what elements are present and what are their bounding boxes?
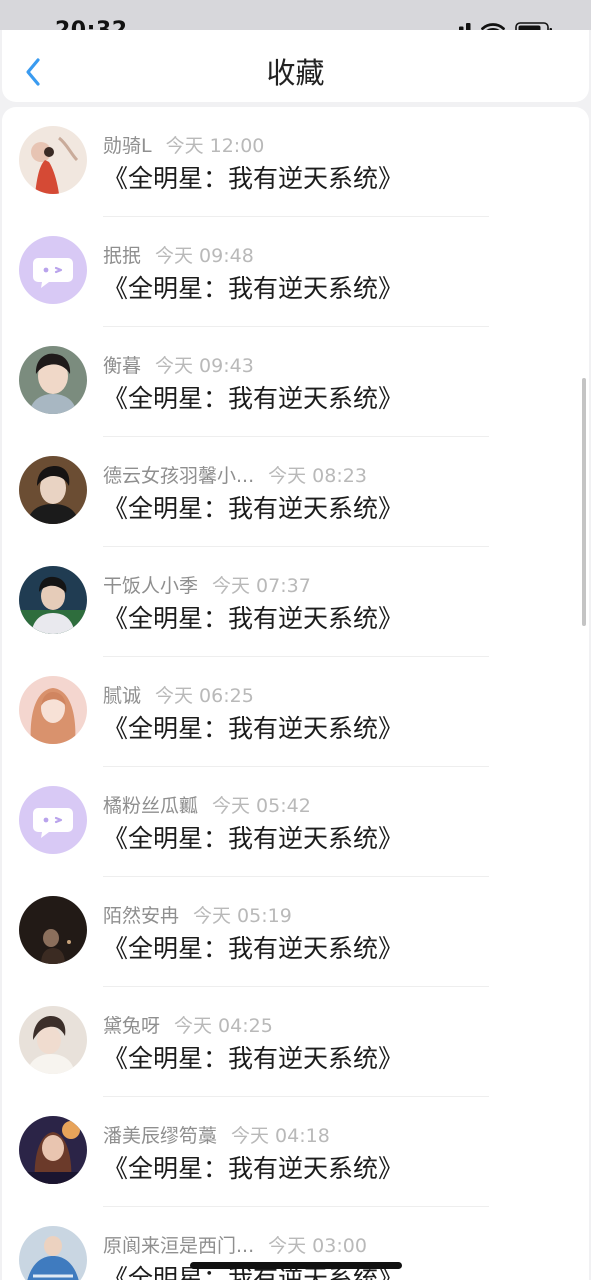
item-meta: 原阆来洹是西门... 今天 03:00 [103, 1231, 367, 1258]
user-name[interactable]: 抿抿 [103, 245, 141, 267]
user-name[interactable]: 橘粉丝瓜瓤 [103, 795, 198, 817]
item-meta: 干饭人小季 今天 07:37 [103, 571, 311, 598]
list-item[interactable]: 黛兔呀 今天 04:25 《全明星：我有逆天系统》 [2, 987, 589, 1097]
list-item[interactable]: 陌然安冉 今天 05:19 《全明星：我有逆天系统》 [2, 877, 589, 987]
user-avatar[interactable] [19, 786, 87, 854]
item-meta: 衡暮 今天 09:43 [103, 351, 254, 378]
item-meta: 黛兔呀 今天 04:25 [103, 1011, 273, 1038]
item-content[interactable]: 《全明星：我有逆天系统》 [103, 929, 403, 965]
user-avatar[interactable] [19, 676, 87, 744]
item-time: 今天 05:19 [193, 905, 292, 927]
item-time: 今天 05:42 [212, 795, 311, 817]
item-time: 今天 06:25 [155, 685, 254, 707]
list-item[interactable]: 勋骑L 今天 12:00 《全明星：我有逆天系统》 [2, 107, 589, 217]
item-content[interactable]: 《全明星：我有逆天系统》 [103, 159, 403, 195]
list-item[interactable]: 原阆来洹是西门... 今天 03:00 《全明星：我有逆天系统》 [2, 1207, 589, 1280]
item-time: 今天 09:43 [155, 355, 254, 377]
item-time: 今天 03:00 [268, 1235, 367, 1257]
user-avatar[interactable] [19, 1226, 87, 1280]
user-name[interactable]: 潘美辰缪笱藁 [103, 1125, 217, 1147]
user-name[interactable]: 腻诚 [103, 685, 141, 707]
item-meta: 德云女孩羽馨小... 今天 08:23 [103, 461, 367, 488]
user-name[interactable]: 德云女孩羽馨小... [103, 465, 254, 487]
item-meta: 陌然安冉 今天 05:19 [103, 901, 292, 928]
list-item[interactable]: 衡暮 今天 09:43 《全明星：我有逆天系统》 [2, 327, 589, 437]
list-item[interactable]: 腻诚 今天 06:25 《全明星：我有逆天系统》 [2, 657, 589, 767]
user-avatar[interactable] [19, 566, 87, 634]
user-avatar[interactable] [19, 896, 87, 964]
item-content[interactable]: 《全明星：我有逆天系统》 [103, 599, 403, 635]
item-meta: 橘粉丝瓜瓤 今天 05:42 [103, 791, 311, 818]
list-item[interactable]: 抿抿 今天 09:48 《全明星：我有逆天系统》 [2, 217, 589, 327]
user-avatar[interactable] [19, 1006, 87, 1074]
page-title: 收藏 [266, 56, 325, 90]
user-avatar[interactable] [19, 1116, 87, 1184]
list-item[interactable]: 干饭人小季 今天 07:37 《全明星：我有逆天系统》 [2, 547, 589, 657]
item-time: 今天 12:00 [165, 135, 265, 157]
list-item[interactable]: 橘粉丝瓜瓤 今天 05:42 《全明星：我有逆天系统》 [2, 767, 589, 877]
item-content[interactable]: 《全明星：我有逆天系统》 [103, 489, 403, 525]
home-indicator[interactable] [190, 1262, 402, 1269]
user-avatar[interactable] [19, 126, 87, 194]
item-content[interactable]: 《全明星：我有逆天系统》 [103, 1149, 403, 1185]
user-avatar[interactable] [19, 346, 87, 414]
item-meta: 潘美辰缪笱藁 今天 04:18 [103, 1121, 330, 1148]
user-avatar[interactable] [19, 456, 87, 524]
scrollbar[interactable] [582, 378, 586, 626]
default-chat-avatar-icon [19, 236, 87, 304]
user-name[interactable]: 陌然安冉 [103, 905, 179, 927]
item-time: 今天 08:23 [268, 465, 367, 487]
favorites-list: 勋骑L 今天 12:00 《全明星：我有逆天系统》 抿抿 今天 09:48 《全明星… [2, 107, 589, 1280]
user-name[interactable]: 黛兔呀 [103, 1015, 160, 1037]
item-content[interactable]: 《全明星：我有逆天系统》 [103, 379, 403, 415]
item-content[interactable]: 《全明星：我有逆天系统》 [103, 269, 403, 305]
item-time: 今天 09:48 [155, 245, 254, 267]
user-name[interactable]: 勋骑L [103, 135, 152, 157]
default-chat-avatar-icon [19, 786, 87, 854]
item-content[interactable]: 《全明星：我有逆天系统》 [103, 709, 403, 745]
user-name[interactable]: 干饭人小季 [103, 575, 198, 597]
list-item[interactable]: 潘美辰缪笱藁 今天 04:18 《全明星：我有逆天系统》 [2, 1097, 589, 1207]
user-name[interactable]: 原阆来洹是西门... [103, 1235, 254, 1257]
item-meta: 腻诚 今天 06:25 [103, 681, 254, 708]
item-time: 今天 04:25 [174, 1015, 273, 1037]
user-avatar[interactable] [19, 236, 87, 304]
list-item[interactable]: 德云女孩羽馨小... 今天 08:23 《全明星：我有逆天系统》 [2, 437, 589, 547]
item-time: 今天 04:18 [231, 1125, 330, 1147]
nav-header: 收藏 [2, 30, 589, 102]
item-content[interactable]: 《全明星：我有逆天系统》 [103, 1039, 403, 1075]
item-content[interactable]: 《全明星：我有逆天系统》 [103, 819, 403, 855]
item-time: 今天 07:37 [212, 575, 311, 597]
item-meta: 抿抿 今天 09:48 [103, 241, 254, 268]
user-name[interactable]: 衡暮 [103, 355, 141, 377]
item-meta: 勋骑L 今天 12:00 [103, 131, 264, 158]
